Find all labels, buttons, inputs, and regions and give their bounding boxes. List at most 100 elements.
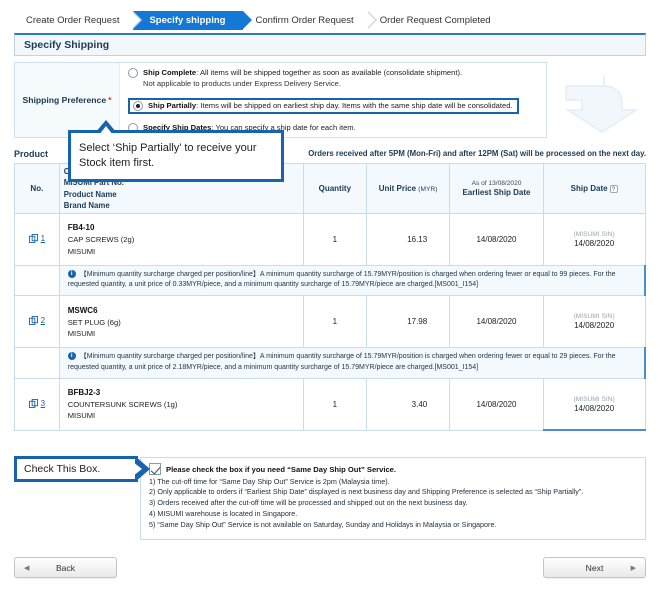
row-surcharge-note-text: 【Minimum quantity surcharge charged per … <box>67 353 616 371</box>
same-day-note-3: 3) Orders received after the cut-off tim… <box>149 498 468 508</box>
step-label: Confirm Order Request <box>255 15 354 26</box>
option-description: : All items will be shipped together as … <box>196 68 463 77</box>
info-icon: i <box>67 352 76 361</box>
column-header-unit-price: Unit Price (MYR) <box>365 162 451 215</box>
column-header-no: No. <box>14 162 60 215</box>
radio-option-ship-partially[interactable]: Ship Partially: Items will be shipped on… <box>128 97 519 114</box>
table-note-row: i 【Minimum quantity surcharge charged per… <box>14 347 646 379</box>
table-row: 3 BFBJ2-3 COUNTERSUNK SCREWS (1g) MISUMI… <box>14 377 646 432</box>
note-spacer-cell <box>14 347 60 379</box>
same-day-note-2: 2) Only applicable to orders if “Earlies… <box>149 487 584 497</box>
required-asterisk: * <box>108 95 112 105</box>
step-create-order-request[interactable]: Create Order Request <box>14 11 143 30</box>
row-earliest-ship-date: 14/08/2020 <box>449 377 544 431</box>
same-day-ship-out-notes: 1) The cut-off time for “Same Day Ship O… <box>149 477 637 532</box>
question-mark-icon[interactable]: ? <box>609 184 618 193</box>
row-number[interactable]: 3 <box>41 399 45 408</box>
back-button-label: Back <box>55 562 76 573</box>
callout-ship-partially: Select ‘Ship Partially’ to receive your … <box>68 120 284 182</box>
same-day-ship-out-header[interactable]: Please check the box if you need “Same D… <box>149 463 637 476</box>
row-ship-date-source: (MISUMI SIN) <box>573 231 615 239</box>
row-ship-date-cell[interactable]: (MISUMI SIN) 14/08/2020 <box>542 377 646 432</box>
copy-icon[interactable] <box>28 398 38 408</box>
product-section-note: Orders received after 5PM (Mon-Fri) and … <box>308 149 646 158</box>
duplicate-row-control[interactable]: 1 <box>28 234 45 244</box>
step-label: Specify shipping <box>149 15 226 26</box>
row-earliest-ship-date: 14/08/2020 <box>449 213 544 267</box>
row-number[interactable]: 2 <box>41 316 45 325</box>
row-quantity: 1 <box>302 213 367 267</box>
next-button-label: Next <box>585 562 604 573</box>
option-name: Ship Partially <box>148 100 197 110</box>
copy-icon[interactable] <box>28 316 38 326</box>
row-product-cell: FB4-10 CAP SCREWS (2g) MISUMI <box>58 213 304 267</box>
product-table: No. Customer Part No. MISUMI Part No. Pr… <box>14 162 646 432</box>
callout-tail-inner-icon <box>99 126 113 135</box>
product-table-body: 1 FB4-10 CAP SCREWS (2g) MISUMI 1 16.13 … <box>14 213 646 432</box>
row-ship-date-cell[interactable]: (MISUMI SIN) 14/08/2020 <box>542 295 646 349</box>
info-icon: i <box>67 270 76 279</box>
step-specify-shipping[interactable]: Specify shipping <box>133 11 253 30</box>
step-chevron-inner-icon <box>365 11 375 29</box>
page-title: Specify Shipping <box>14 33 646 56</box>
column-header-quantity: Quantity <box>302 162 367 215</box>
row-no-cell: 2 <box>14 295 60 349</box>
table-row: 1 FB4-10 CAP SCREWS (2g) MISUMI 1 16.13 … <box>14 213 646 267</box>
duplicate-row-control[interactable]: 2 <box>28 316 45 326</box>
radio-icon-ship-partially[interactable] <box>133 100 143 111</box>
duplicate-row-control[interactable]: 3 <box>28 398 45 408</box>
row-unit-price: 3.40 <box>365 377 451 431</box>
column-header-unit-price-text: Unit Price <box>378 184 417 194</box>
row-surcharge-note-text: 【Minimum quantity surcharge charged per … <box>67 271 616 289</box>
back-button[interactable]: ◀ Back <box>14 557 117 578</box>
row-product-name: SET PLUG (6g) <box>67 317 121 327</box>
option-group-ship-complete: Ship Complete: All items will be shipped… <box>128 68 540 88</box>
row-ship-date: 14/08/2020 <box>574 321 615 331</box>
row-ship-date-cell[interactable]: (MISUMI SIN) 14/08/2020 <box>542 213 646 267</box>
row-unit-price: 17.98 <box>365 295 451 349</box>
table-note-row: i 【Minimum quantity surcharge charged per… <box>14 265 646 297</box>
row-product-cell: BFBJ2-3 COUNTERSUNK SCREWS (1g) MISUMI <box>58 377 304 431</box>
same-day-note-5: 5) “Same Day Ship Out” Service is not av… <box>149 520 497 530</box>
step-label: Create Order Request <box>26 15 120 26</box>
row-no-cell: 3 <box>14 377 60 431</box>
option-description: : Items will be shipped on earliest ship… <box>196 100 513 110</box>
row-quantity: 1 <box>302 377 367 431</box>
option-name: Ship Complete <box>143 68 197 77</box>
row-brand-name: MISUMI <box>67 328 96 338</box>
column-header-ship-date: Ship Date? <box>542 162 646 215</box>
left-arrow-icon: ◀ <box>24 564 30 572</box>
earliest-ship-date-text: Earliest Ship Date <box>462 188 531 198</box>
row-product-cell: MSWC6 SET PLUG (6g) MISUMI <box>58 295 304 349</box>
row-ship-date-source: (MISUMI SIN) <box>573 395 615 403</box>
row-quantity: 1 <box>302 295 367 349</box>
row-surcharge-note: i 【Minimum quantity surcharge charged per… <box>58 347 646 379</box>
shipping-preference-panel: Shipping Preference * Ship Complete: All… <box>14 62 547 138</box>
row-ship-date: 14/08/2020 <box>574 403 615 413</box>
step-confirm-order-request[interactable]: Confirm Order Request <box>243 11 377 30</box>
same-day-note-1: 1) The cut-off time for “Same Day Ship O… <box>149 476 390 486</box>
same-day-note-4: 4) MISUMI warehouse is located in Singap… <box>149 509 298 519</box>
copy-icon[interactable] <box>28 234 38 244</box>
right-arrow-icon: ▶ <box>630 564 636 572</box>
radio-icon-ship-complete[interactable] <box>128 68 138 78</box>
step-chevron-inner-icon <box>131 11 141 29</box>
same-day-ship-out-checkbox[interactable] <box>149 463 161 475</box>
row-part-no: FB4-10 <box>67 223 95 233</box>
step-order-request-completed[interactable]: Order Request Completed <box>367 11 505 30</box>
table-row: 2 MSWC6 SET PLUG (6g) MISUMI 1 17.98 14/… <box>14 295 646 349</box>
radio-option-ship-complete[interactable]: Ship Complete: All items will be shipped… <box>128 68 540 78</box>
specify-shipping-page: Create Order Request Specify shipping Co… <box>0 0 660 591</box>
column-header-currency: (MYR) <box>418 186 438 194</box>
row-brand-name: MISUMI <box>67 246 96 256</box>
row-unit-price: 16.13 <box>365 213 451 267</box>
row-number[interactable]: 1 <box>41 234 45 243</box>
row-part-no: BFBJ2-3 <box>67 387 101 397</box>
row-earliest-ship-date: 14/08/2020 <box>449 295 544 349</box>
earliest-ship-date-asof: As of 13/08/2020 <box>471 180 522 188</box>
next-button[interactable]: Next ▶ <box>543 557 646 578</box>
step-label: Order Request Completed <box>379 15 491 26</box>
row-no-cell: 1 <box>14 213 60 267</box>
shipping-preference-label-text: Shipping Preference <box>22 95 107 105</box>
column-header-brand-name: Brand Name <box>63 200 110 210</box>
